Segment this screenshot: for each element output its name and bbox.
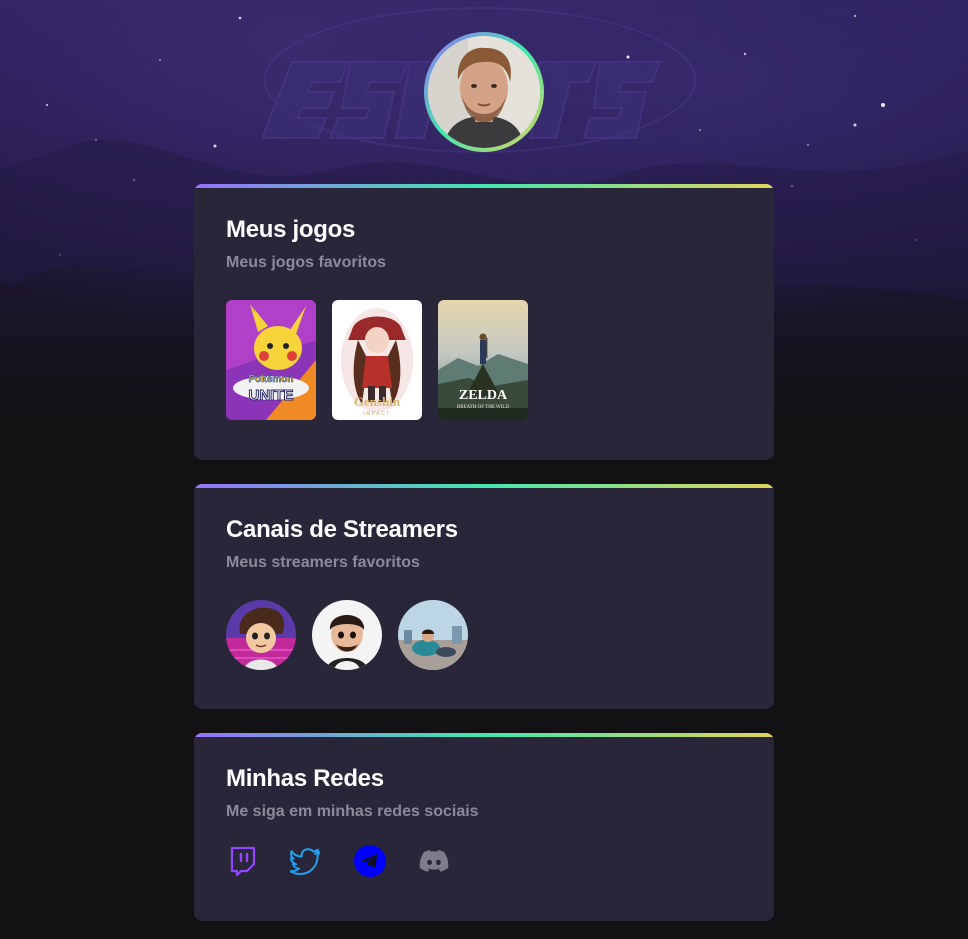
games-card-subtitle: Meus jogos favoritos — [226, 254, 387, 271]
streamer-link-2[interactable] — [312, 600, 382, 670]
game-cover-genshin-impact[interactable]: Genshin IMPACT — [332, 300, 422, 420]
streamer-avatar-3 — [398, 600, 468, 670]
socials-card: Minhas Redes Me siga em minhas redes soc… — [194, 733, 774, 921]
avatar-illustration — [428, 36, 540, 148]
streamer-link-1[interactable] — [226, 600, 296, 670]
streamers-card: Canais de Streamers Meus streamers favor… — [194, 484, 774, 709]
socials-list — [226, 845, 450, 877]
zelda-botw-cover: ZELDA BREATH OF THE WILD — [438, 300, 528, 420]
twitter-icon — [289, 848, 320, 875]
game-cover-pokemon-unite[interactable]: Pokémon UNITE — [226, 300, 316, 420]
games-card-title: Meus jogos — [226, 216, 356, 243]
genshin-impact-cover: Genshin IMPACT — [332, 300, 422, 420]
socials-card-subtitle: Me siga em minhas redes sociais — [226, 803, 479, 820]
profile-avatar — [424, 32, 544, 152]
streamer-avatar-1 — [226, 600, 296, 670]
streamers-card-subtitle: Meus streamers favoritos — [226, 554, 420, 571]
avatar-photo — [428, 36, 540, 148]
twitter-link[interactable] — [289, 845, 322, 877]
discord-link[interactable] — [418, 845, 450, 877]
svg-text:UNITE: UNITE — [249, 387, 294, 404]
game-cover-zelda[interactable]: ZELDA BREATH OF THE WILD — [438, 300, 528, 420]
svg-text:Pokémon: Pokémon — [248, 374, 293, 385]
telegram-icon — [354, 845, 386, 877]
svg-text:IMPACT: IMPACT — [363, 411, 391, 417]
streamers-card-title: Canais de Streamers — [226, 516, 458, 543]
svg-text:Genshin: Genshin — [354, 394, 401, 409]
twitch-icon — [230, 846, 256, 877]
streamer-avatar-2 — [312, 600, 382, 670]
svg-text:ZELDA: ZELDA — [459, 388, 508, 403]
socials-card-title: Minhas Redes — [226, 765, 384, 792]
pokemon-unite-cover: Pokémon UNITE — [226, 300, 316, 420]
games-card: Meus jogos Meus jogos favoritos Pokémon … — [194, 184, 774, 460]
streamer-link-3[interactable] — [398, 600, 468, 670]
discord-icon — [419, 850, 449, 872]
twitch-link[interactable] — [226, 845, 258, 877]
games-list: Pokémon UNITE Genshin IMPACT ZELDA BREAT… — [226, 300, 528, 420]
telegram-link[interactable] — [354, 845, 386, 877]
streamers-list — [226, 600, 468, 670]
